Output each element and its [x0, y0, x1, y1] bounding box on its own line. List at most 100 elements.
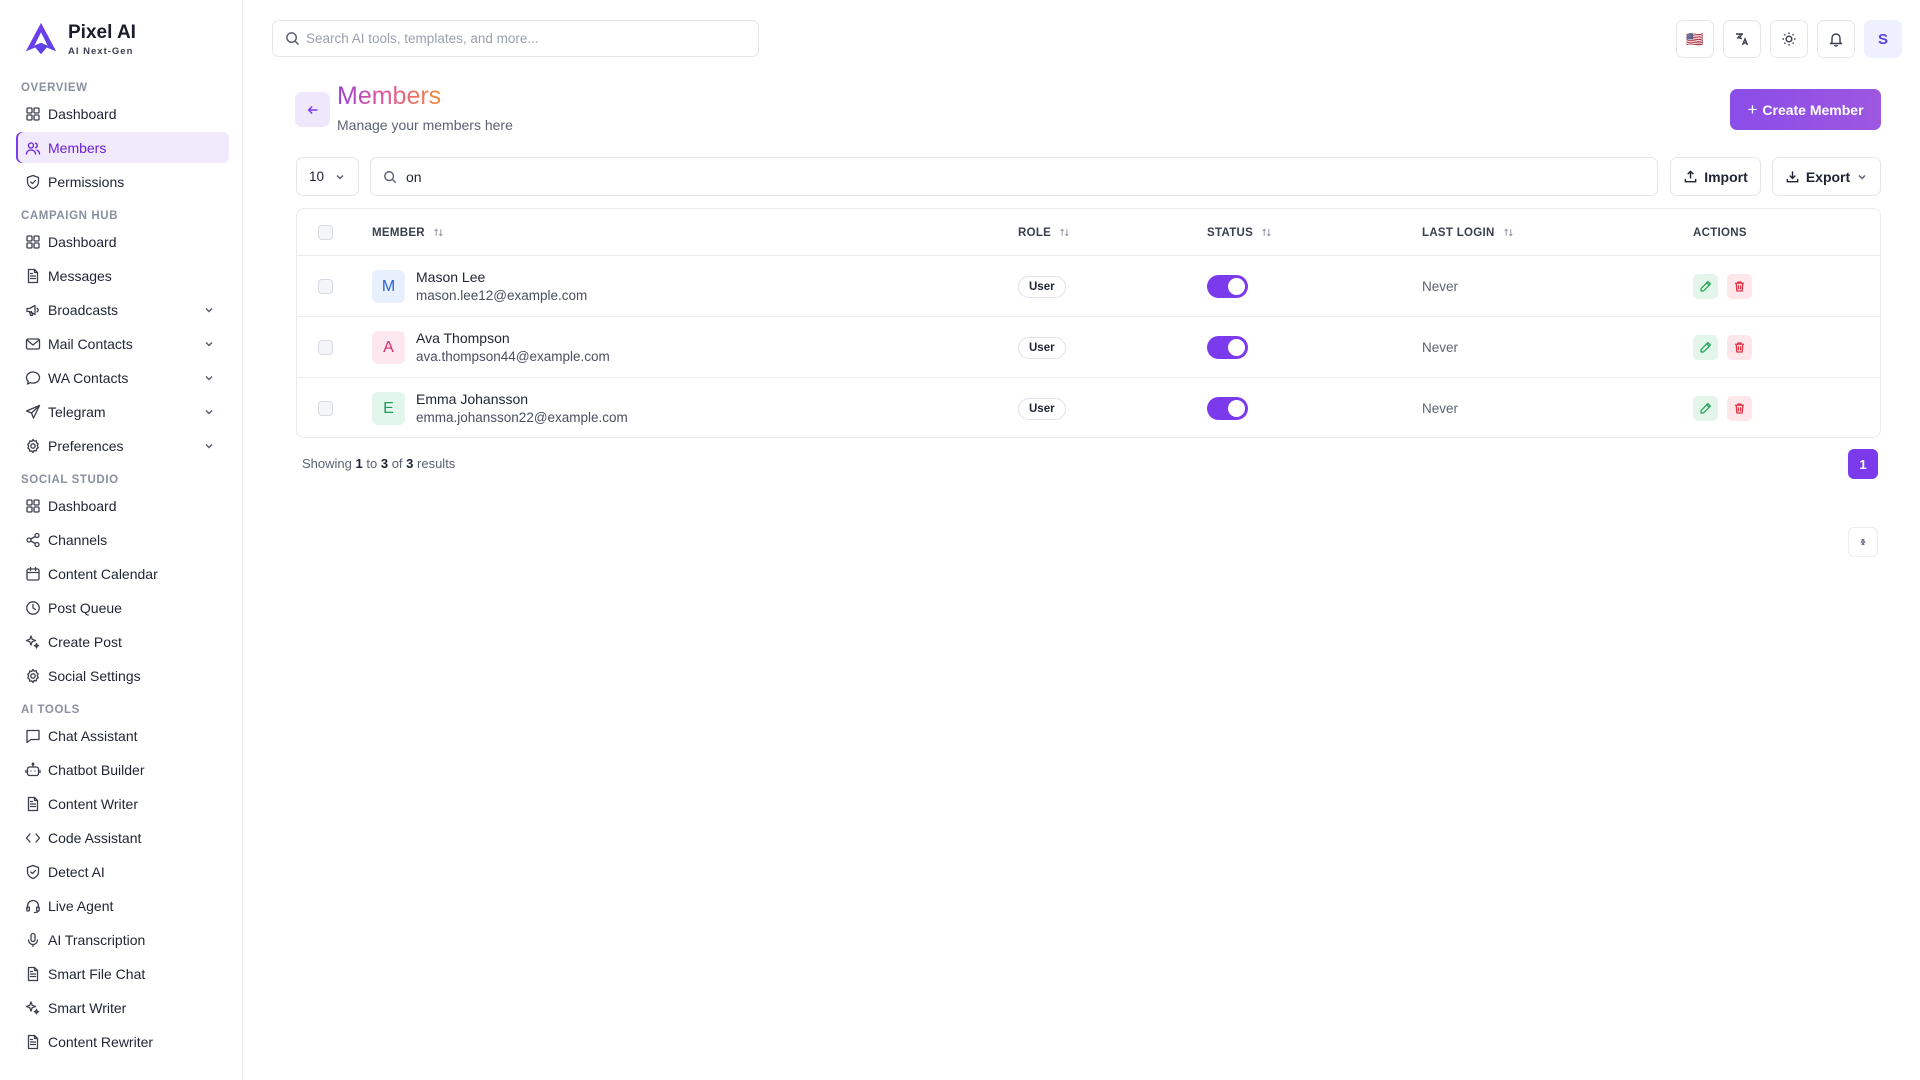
column-member[interactable]: MEMBER: [372, 209, 444, 256]
row-checkbox[interactable]: [318, 401, 333, 416]
sidebar-item-label: Social Settings: [48, 667, 141, 684]
export-button[interactable]: Export: [1772, 157, 1881, 196]
global-search-input[interactable]: Search AI tools, templates, and more...: [272, 20, 759, 57]
sort-icon: [1262, 228, 1271, 237]
edit-button[interactable]: [1693, 335, 1718, 360]
edit-button[interactable]: [1693, 396, 1718, 421]
create-member-label: Create Member: [1762, 101, 1864, 118]
status-toggle[interactable]: [1207, 336, 1248, 359]
row-checkbox[interactable]: [318, 279, 333, 294]
delete-button[interactable]: [1727, 335, 1752, 360]
sidebar-item-content-calendar[interactable]: Content Calendar: [16, 558, 229, 589]
sidebar-item-post-queue[interactable]: Post Queue: [16, 592, 229, 623]
per-page-select[interactable]: 10: [296, 157, 359, 196]
member-avatar: M: [372, 270, 405, 303]
select-all-checkbox[interactable]: [318, 225, 333, 240]
chevron-down-icon: [205, 341, 213, 347]
sidebar-item-chatbot-builder[interactable]: Chatbot Builder: [16, 754, 229, 785]
sidebar-item-smart-file-chat[interactable]: Smart File Chat: [16, 958, 229, 989]
edit-button[interactable]: [1693, 274, 1718, 299]
chevron-down-icon: [205, 409, 213, 415]
sidebar-item-content-writer[interactable]: Content Writer: [16, 788, 229, 819]
document-icon: [27, 966, 39, 981]
last-login-value: Never: [1422, 401, 1459, 416]
trash-icon: [1735, 403, 1744, 414]
member-name: Mason Lee: [416, 269, 486, 285]
status-toggle[interactable]: [1207, 397, 1248, 420]
column-last-login[interactable]: LAST LOGIN: [1422, 209, 1514, 256]
chevron-down-icon: [336, 174, 344, 180]
code-icon: [25, 832, 41, 843]
status-toggle[interactable]: [1207, 275, 1248, 298]
sidebar-item-dashboard[interactable]: Dashboard: [16, 490, 229, 521]
sidebar-item-label: Content Rewriter: [48, 1033, 154, 1050]
role-badge: User: [1018, 397, 1066, 420]
role-cell: User: [1018, 256, 1066, 317]
back-button[interactable]: [295, 92, 330, 127]
mic-icon: [27, 932, 39, 947]
sidebar-item-members[interactable]: Members: [16, 132, 229, 163]
sidebar-item-label: Dashboard: [48, 497, 117, 514]
sidebar-item-wa-contacts[interactable]: WA Contacts: [16, 362, 229, 393]
mail-icon: [25, 337, 41, 350]
delete-button[interactable]: [1727, 396, 1752, 421]
theme-toggle-button[interactable]: [1770, 20, 1808, 58]
sparkle-icon: [25, 1000, 40, 1015]
sidebar-item-code-assistant[interactable]: Code Assistant: [16, 822, 229, 853]
sidebar-item-smart-writer[interactable]: Smart Writer: [16, 992, 229, 1023]
sidebar-item-label: Smart File Chat: [48, 965, 146, 982]
shield-icon: [26, 174, 40, 189]
language-button[interactable]: 🇺🇸: [1676, 20, 1714, 58]
column-role[interactable]: ROLE: [1018, 209, 1070, 256]
member-name: Ava Thompson: [416, 330, 510, 346]
sidebar-item-label: Dashboard: [48, 105, 117, 122]
row-checkbox[interactable]: [318, 340, 333, 355]
brand-tagline: AI Next-Gen: [68, 45, 134, 57]
column-status[interactable]: STATUS: [1207, 209, 1272, 256]
actions-cell: [1693, 317, 1761, 378]
sidebar-item-permissions[interactable]: Permissions: [16, 166, 229, 197]
section-label: AI TOOLS: [21, 704, 80, 716]
sidebar-item-channels[interactable]: Channels: [16, 524, 229, 555]
status-cell: [1207, 317, 1248, 378]
section-label: CAMPAIGN HUB: [21, 210, 119, 222]
notifications-button[interactable]: [1817, 20, 1855, 58]
headset-icon: [26, 899, 40, 913]
sidebar-item-label: Dashboard: [48, 233, 117, 250]
us-flag-icon: 🇺🇸: [1686, 30, 1704, 47]
import-button[interactable]: Import: [1670, 157, 1761, 196]
last-login-cell: Never: [1422, 256, 1458, 317]
sidebar-item-messages[interactable]: Messages: [16, 260, 229, 291]
brand[interactable]: Pixel AI AI Next-Gen: [22, 20, 136, 58]
section-label: SOCIAL STUDIO: [21, 474, 119, 486]
sidebar-item-broadcasts[interactable]: Broadcasts: [16, 294, 229, 325]
arrow-left-icon: [307, 105, 317, 114]
sidebar-item-content-rewriter[interactable]: Content Rewriter: [16, 1026, 229, 1057]
member-search-input[interactable]: on: [370, 157, 1658, 196]
trash-icon: [1735, 342, 1744, 353]
sidebar-item-chat-assistant[interactable]: Chat Assistant: [16, 720, 229, 751]
pagination: 1: [1841, 449, 1878, 557]
translate-button[interactable]: [1723, 20, 1761, 58]
sidebar-item-live-agent[interactable]: Live Agent: [16, 890, 229, 921]
sort-icon: [1503, 228, 1513, 237]
sidebar-item-preferences[interactable]: Preferences: [16, 430, 229, 461]
user-avatar-button[interactable]: S: [1864, 20, 1902, 58]
sidebar-item-label: Telegram: [48, 403, 106, 420]
sidebar-item-mail-contacts[interactable]: Mail Contacts: [16, 328, 229, 359]
page-1-button[interactable]: 1: [1848, 449, 1878, 479]
showing-prefix: Showing: [302, 456, 352, 471]
gear-icon: [27, 438, 39, 453]
sidebar-item-dashboard[interactable]: Dashboard: [16, 98, 229, 129]
sidebar-item-detect-ai[interactable]: Detect AI: [16, 856, 229, 887]
sidebar-item-telegram[interactable]: Telegram: [16, 396, 229, 427]
member-avatar: A: [372, 331, 405, 364]
create-member-button[interactable]: + Create Member: [1730, 89, 1881, 130]
sidebar-item-dashboard[interactable]: Dashboard: [16, 226, 229, 257]
top-actions: 🇺🇸 S: [1667, 20, 1902, 58]
next-page-button[interactable]: [1848, 527, 1878, 557]
sidebar-item-social-settings[interactable]: Social Settings: [16, 660, 229, 691]
delete-button[interactable]: [1727, 274, 1752, 299]
sidebar-item-ai-transcription[interactable]: AI Transcription: [16, 924, 229, 955]
sidebar-item-create-post[interactable]: Create Post: [16, 626, 229, 657]
